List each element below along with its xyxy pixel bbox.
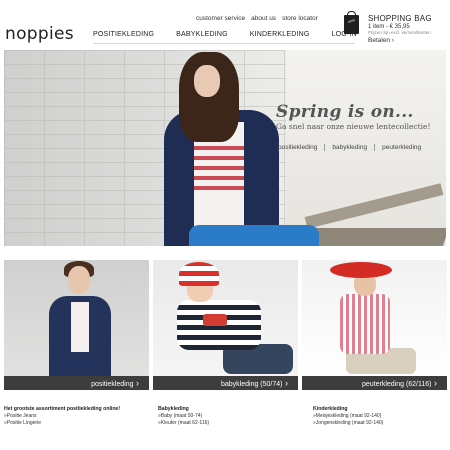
tile-peuterkleding[interactable]: peuterkleding (62/116) [302,260,447,390]
footer-link-positie-lingerie[interactable]: Positie Lingerie [4,420,120,427]
shopping-bag-icon[interactable] [344,11,359,34]
baby-model-image [153,260,298,376]
tile-label-positiekleding[interactable]: positiekleding [4,376,149,390]
footer-link-kleuter[interactable]: Kleuter (maat 62-116) [158,420,209,427]
footer-column-babykleding: Babykleding Baby (maat 50-74) Kleuter (m… [158,406,209,427]
hero-title: Spring is on... [276,102,414,122]
nav-kinderkleding[interactable]: KINDERKLEDING [250,31,310,38]
footer-column-title: Babykleding [158,406,189,412]
footer-column-kinderkleding: Kinderkleding Meisjeskleding (maat 92-14… [313,406,383,427]
footer-link-jongenskleding[interactable]: Jongenskleding (maat 92-140) [313,420,384,427]
hero-link-babykleding[interactable]: babykleding [324,144,374,151]
footer-column-title: Het grootste assortiment positiekleding … [4,406,121,412]
footer-column-positiekleding: Het grootste assortiment positiekleding … [4,406,120,427]
footer-link-positie-jeans[interactable]: Positie Jeans [4,413,120,420]
pay-link[interactable]: Betalen [368,37,394,44]
maternity-model-image [4,260,149,376]
hero-link-positiekleding[interactable]: positiekleding [274,144,324,151]
footer-link-meisjeskleding[interactable]: Meisjeskleding (maat 92-140) [313,413,383,420]
nav-babykleding[interactable]: BABYKLEDING [176,31,228,38]
toddler-model-image [302,260,447,376]
tile-label-babykleding[interactable]: babykleding (50/74) [153,376,298,390]
nav-divider [93,43,355,44]
shopping-bag-title[interactable]: SHOPPING BAG [368,14,432,23]
customer-service-link[interactable]: customer service [196,15,245,22]
noppies-logo[interactable]: noppies [5,24,74,44]
footer-link-baby[interactable]: Baby (maat 50-74) [158,413,209,420]
store-locator-link[interactable]: store locator [282,15,318,22]
utility-nav: customer service about us store locator [196,15,318,22]
tile-babykleding[interactable]: babykleding (50/74) [153,260,298,390]
hero-subtitle: Ga snel naar onze nieuwe lentecollectie! [276,122,431,131]
tile-positiekleding[interactable]: positiekleding [4,260,149,390]
nav-positiekleding[interactable]: POSITIEKLEDING [93,31,154,38]
about-us-link[interactable]: about us [251,15,276,22]
shopping-bag-shipping-note: Prijzen zijn excl. verzendkosten [368,30,431,35]
hero-banner[interactable]: Spring is on... Ga snel naar onze nieuwe… [4,50,446,246]
footer-column-title: Kinderkleding [313,406,348,412]
hero-model-image [154,50,319,246]
tile-label-peuterkleding[interactable]: peuterkleding (62/116) [302,376,447,390]
hero-link-peuterkleding[interactable]: peuterkleding [374,144,428,151]
hero-links: positiekleding babykleding peuterkleding [274,144,428,151]
main-nav: POSITIEKLEDING BABYKLEDING KINDERKLEDING… [93,31,379,38]
